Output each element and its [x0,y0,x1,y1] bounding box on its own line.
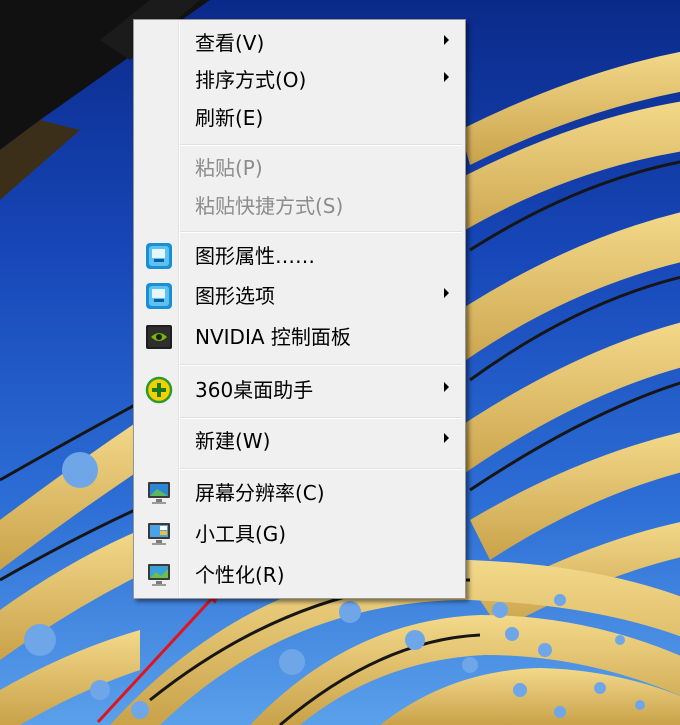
menu-item-nvidia-control-panel[interactable]: NVIDIA 控制面板 [136,320,463,356]
menu-item-new[interactable]: 新建(W) [136,424,463,460]
360-plus-icon [145,376,173,404]
nvidia-icon [145,323,173,351]
intel-graphics-icon [145,282,173,310]
menu-item-label: NVIDIA 控制面板 [195,325,351,349]
menu-separator [180,468,462,470]
menu-item-gadgets[interactable]: 小工具(G) [136,517,463,553]
menu-item-360-desktop-assistant[interactable]: 360桌面助手 [136,373,463,409]
menu-item-label: 图形选项 [195,284,275,308]
menu-item-label: 刷新(E) [195,106,264,130]
menu-separator [180,231,462,233]
personalize-icon [145,561,173,589]
menu-item-label: 小工具(G) [195,522,287,546]
menu-item-sort-by[interactable]: 排序方式(O) [136,63,463,99]
menu-item-screen-resolution[interactable]: 屏幕分辨率(C) [136,476,463,512]
menu-item-label: 新建(W) [195,429,271,453]
menu-item-graphics-options[interactable]: 图形选项 [136,279,463,315]
submenu-arrow-icon [444,35,449,45]
submenu-arrow-icon [444,288,449,298]
menu-item-label: 查看(V) [195,31,265,55]
menu-separator [180,144,462,146]
menu-item-label: 个性化(R) [195,563,285,587]
menu-item-label: 屏幕分辨率(C) [195,481,325,505]
menu-item-paste-shortcut[interactable]: 粘贴快捷方式(S) [136,189,463,225]
menu-item-view[interactable]: 查看(V) [136,26,463,62]
menu-separator [180,364,462,366]
menu-item-label: 粘贴快捷方式(S) [195,194,344,218]
menu-item-paste[interactable]: 粘贴(P) [136,151,463,187]
menu-item-label: 粘贴(P) [195,156,263,180]
menu-item-label: 图形属性…… [195,244,315,268]
submenu-arrow-icon [444,72,449,82]
menu-item-refresh[interactable]: 刷新(E) [136,101,463,137]
submenu-arrow-icon [444,382,449,392]
menu-item-graphics-properties[interactable]: 图形属性…… [136,239,463,275]
menu-separator [180,417,462,419]
intel-graphics-icon [145,242,173,270]
submenu-arrow-icon [444,433,449,443]
menu-item-personalize[interactable]: 个性化(R) [136,558,463,594]
monitor-icon [145,479,173,507]
gadgets-icon [145,520,173,548]
menu-item-label: 360桌面助手 [195,378,314,402]
menu-item-label: 排序方式(O) [195,68,307,92]
desktop-context-menu: 查看(V) 排序方式(O) 刷新(E) 粘贴(P) 粘贴快捷方式(S) 图形属性… [133,19,466,599]
